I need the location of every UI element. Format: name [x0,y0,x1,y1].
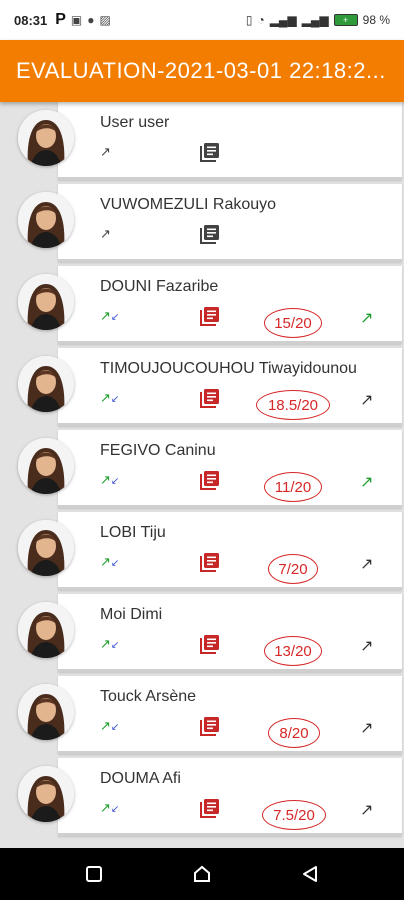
student-row[interactable]: LOBI Tiju ↗↙ 7/20 ↗ [0,510,404,592]
trend-updown-icon: ↗↙ [100,554,120,569]
home-button[interactable] [182,854,222,894]
student-row[interactable]: VUWOMEZULI Rakouyo ↗ [0,182,404,264]
grade-badge[interactable]: 15/20 [264,308,322,338]
document-icon[interactable] [198,550,222,574]
avatar [18,110,74,166]
trend-arrow-icon: ↗ [360,474,374,491]
trend-arrow-icon: ↗ [100,144,111,159]
home-icon [194,865,210,882]
grade-badge[interactable]: 18.5/20 [256,390,330,420]
recents-button[interactable] [74,854,114,894]
avatar [18,192,74,248]
avatar [18,520,74,576]
trend-arrow-icon: ↗ [100,226,111,241]
document-icon[interactable] [198,796,222,820]
trend-arrow-icon: ↗ [360,556,374,573]
square-icon [86,866,102,882]
student-name: User user [100,114,170,131]
student-name: DOUNI Fazaribe [100,278,219,295]
status-right-icons: ▯ ◔ ▂▄▆ ▂▄▆ + 98 % [246,13,390,27]
avatar [18,766,74,822]
status-time: 08:31 [14,12,48,28]
battery-icon: + [333,14,358,26]
vibrate-icon: ▯ [245,13,253,27]
student-name: Touck Arsène [100,688,197,705]
student-row[interactable]: DOUMA Afi ↗↙ 7.5/20 ↗ [0,756,404,838]
document-icon[interactable] [198,386,222,410]
student-name: LOBI Tiju [100,524,166,541]
student-name: Moi Dimi [100,606,163,623]
student-row[interactable]: TIMOUJOUCOUHOU Tiwayidounou ↗↙ 18.5/20 ↗ [0,346,404,428]
avatar [18,356,74,412]
document-icon[interactable] [198,222,222,246]
grade-badge[interactable]: 7.5/20 [262,800,326,830]
trend-updown-icon: ↗↙ [100,390,120,405]
avatar [18,438,74,494]
trend-updown-icon: ↗↙ [100,308,120,323]
student-row[interactable]: FEGIVO Caninu ↗↙ 11/20 ↗ [0,428,404,510]
student-name: FEGIVO Caninu [100,442,216,459]
navigation-bar [0,848,404,900]
student-list[interactable]: User user ↗ VUWOMEZULI Rakouyo ↗ DOUNI Fazar… [0,102,404,848]
trend-updown-icon: ↗↙ [100,800,120,815]
document-icon[interactable] [198,304,222,328]
back-icon [303,866,317,882]
signal-icon: ▂▄▆ [269,13,297,27]
app-bar: EVALUATION-2021-03-01 22:18:2... [0,40,404,102]
notification-icons: P ▣ ● ▨ [55,11,111,29]
avatar [18,602,74,658]
student-row[interactable]: Touck Arsène ↗↙ 8/20 ↗ [0,674,404,756]
grade-badge[interactable]: 8/20 [268,718,320,748]
grade-badge[interactable]: 7/20 [268,554,318,584]
trend-updown-icon: ↗↙ [100,472,120,487]
document-icon[interactable] [198,140,222,164]
trend-arrow-icon: ↗ [360,392,374,409]
document-icon[interactable] [198,714,222,738]
image-icon: ▣ [70,13,83,27]
trend-arrow-icon: ↗ [360,638,374,655]
student-name: DOUMA Afi [100,770,181,787]
signal-2-icon: ▂▄▆ [301,13,329,27]
battery-percent: 98 % [362,13,390,27]
p-app-icon: P [55,11,66,28]
trend-updown-icon: ↗↙ [100,636,120,651]
trend-arrow-icon: ↗ [360,720,374,737]
document-icon[interactable] [198,468,222,492]
student-name: TIMOUJOUCOUHOU Tiwayidounou [100,360,357,377]
student-row[interactable]: User user ↗ [0,102,404,182]
wifi-icon: ◔ [257,13,265,27]
avatar [18,274,74,330]
dot-icon: ● [87,13,95,27]
activity-icon: ▨ [99,13,111,27]
grade-badge[interactable]: 11/20 [264,472,322,502]
trend-updown-icon: ↗↙ [100,718,120,733]
status-bar: 08:31 P ▣ ● ▨ ▯ ◔ ▂▄▆ ▂▄▆ + 98 % [0,0,404,40]
avatar [18,684,74,740]
student-row[interactable]: Moi Dimi ↗↙ 13/20 ↗ [0,592,404,674]
student-name: VUWOMEZULI Rakouyo [100,196,277,213]
grade-badge[interactable]: 13/20 [264,636,322,666]
student-row[interactable]: DOUNI Fazaribe ↗↙ 15/20 ↗ [0,264,404,346]
trend-arrow-icon: ↗ [360,310,374,327]
back-button[interactable] [290,854,330,894]
trend-arrow-icon: ↗ [360,802,374,819]
page-title: EVALUATION-2021-03-01 22:18:2... [16,58,386,83]
document-icon[interactable] [198,632,222,656]
